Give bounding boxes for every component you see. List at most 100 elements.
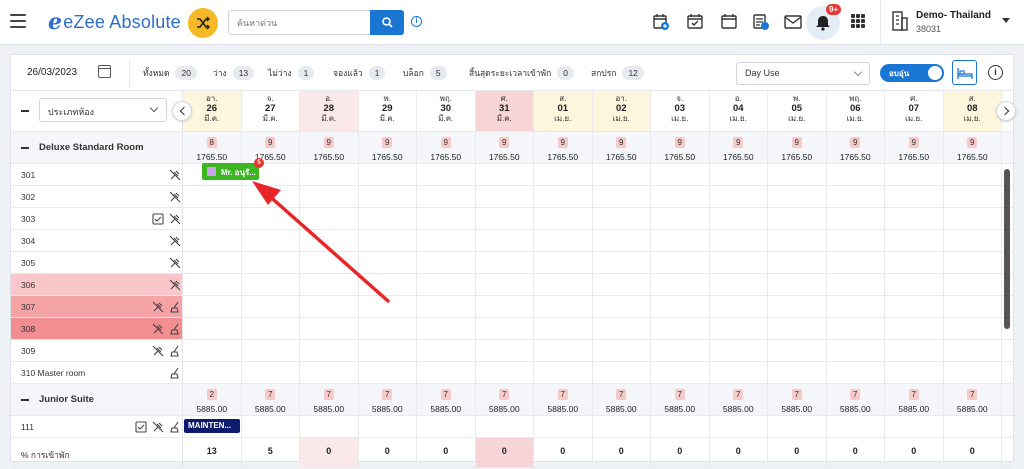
room-left-cell[interactable]: 305: [11, 252, 183, 273]
room-day-cell[interactable]: [417, 416, 476, 437]
room-day-cell[interactable]: [476, 208, 534, 229]
room-day-cell[interactable]: [300, 340, 359, 361]
room-day-cell[interactable]: [944, 208, 1002, 229]
room-day-cell[interactable]: [827, 362, 885, 383]
room-day-cell[interactable]: [476, 274, 534, 295]
room-day-cell[interactable]: [710, 416, 768, 437]
room-day-cell[interactable]: [768, 186, 827, 207]
filter-stat[interactable]: สิ้นสุดระยะเวลาเข้าพัก 0: [469, 66, 575, 80]
menu-icon[interactable]: [10, 14, 26, 28]
next-dates-button[interactable]: [996, 101, 1016, 121]
room-day-cell[interactable]: [885, 318, 944, 339]
room-day-cell[interactable]: [300, 208, 359, 229]
room-day-cell[interactable]: [300, 186, 359, 207]
category-day-cell[interactable]: 9 1765.50: [359, 132, 417, 163]
room-day-cell[interactable]: [242, 230, 300, 251]
room-left-cell[interactable]: 304: [11, 230, 183, 251]
room-day-cell[interactable]: [300, 296, 359, 317]
room-day-cell[interactable]: [885, 340, 944, 361]
room-day-cell[interactable]: [885, 186, 944, 207]
room-day-cell[interactable]: [417, 362, 476, 383]
room-day-cell[interactable]: [183, 296, 242, 317]
room-day-cell[interactable]: [768, 164, 827, 185]
apps-grid-icon[interactable]: [851, 14, 865, 28]
filter-stat[interactable]: ทั้งหมด 20: [143, 66, 197, 80]
room-day-cell[interactable]: [710, 252, 768, 273]
category-day-cell[interactable]: 7 5885.00: [768, 384, 827, 415]
occupancy-cell[interactable]: 0: [710, 438, 768, 467]
room-day-cell[interactable]: [359, 208, 417, 229]
filter-stat[interactable]: สกปรก 12: [591, 66, 644, 80]
date-header-cell[interactable]: ส. 01 เม.ย.: [534, 91, 593, 131]
occupancy-cell[interactable]: 0: [534, 438, 593, 467]
dirty-status-icon[interactable]: [169, 191, 181, 203]
room-day-cell[interactable]: [768, 362, 827, 383]
room-day-cell[interactable]: [944, 340, 1002, 361]
room-day-cell[interactable]: [242, 186, 300, 207]
room-day-cell[interactable]: [944, 230, 1002, 251]
dirty-status-icon[interactable]: [169, 213, 181, 225]
room-day-cell[interactable]: [827, 230, 885, 251]
view-toggle[interactable]: อบอุ่น: [880, 64, 944, 82]
room-day-cell[interactable]: [768, 230, 827, 251]
room-day-cell[interactable]: [242, 318, 300, 339]
room-day-cell[interactable]: [768, 318, 827, 339]
room-day-cell[interactable]: [359, 340, 417, 361]
occupancy-cell[interactable]: 0: [359, 438, 417, 467]
date-picker-icon[interactable]: [98, 65, 111, 78]
room-day-cell[interactable]: [651, 208, 710, 229]
room-day-cell[interactable]: [651, 186, 710, 207]
room-day-cell[interactable]: [593, 340, 651, 361]
search-input[interactable]: [229, 11, 371, 34]
dirty-status-icon[interactable]: [152, 421, 164, 433]
room-day-cell[interactable]: [417, 164, 476, 185]
calendar-icon[interactable]: [720, 13, 738, 31]
room-day-cell[interactable]: [768, 296, 827, 317]
room-day-cell[interactable]: [885, 164, 944, 185]
room-day-cell[interactable]: [651, 416, 710, 437]
room-day-cell[interactable]: [359, 416, 417, 437]
room-day-cell[interactable]: [944, 362, 1002, 383]
room-day-cell[interactable]: [417, 274, 476, 295]
room-day-cell[interactable]: [242, 252, 300, 273]
prev-dates-button[interactable]: [172, 101, 192, 121]
occupancy-cell[interactable]: 5: [242, 438, 300, 467]
room-day-cell[interactable]: [359, 318, 417, 339]
room-day-cell[interactable]: [300, 164, 359, 185]
housekeeping-broom-icon[interactable]: [169, 421, 181, 433]
room-day-cell[interactable]: [534, 230, 593, 251]
collapse-category-icon[interactable]: [21, 147, 29, 149]
room-day-cell[interactable]: [944, 164, 1002, 185]
category-day-cell[interactable]: 8 1765.50: [183, 132, 242, 163]
category-day-cell[interactable]: 9 1765.50: [593, 132, 651, 163]
room-day-cell[interactable]: [710, 164, 768, 185]
room-day-cell[interactable]: [944, 416, 1002, 437]
report-icon[interactable]: [752, 13, 770, 31]
category-day-cell[interactable]: 9 1765.50: [768, 132, 827, 163]
room-day-cell[interactable]: [593, 252, 651, 273]
room-day-cell[interactable]: [534, 186, 593, 207]
room-day-cell[interactable]: [417, 318, 476, 339]
occupancy-cell[interactable]: 13: [183, 438, 242, 467]
room-day-cell[interactable]: [300, 362, 359, 383]
occupancy-cell[interactable]: 0: [593, 438, 651, 467]
category-day-cell[interactable]: 9 1765.50: [710, 132, 768, 163]
room-day-cell[interactable]: [242, 208, 300, 229]
room-day-cell[interactable]: [768, 208, 827, 229]
search-info-icon[interactable]: i: [411, 16, 422, 27]
room-day-cell[interactable]: [476, 296, 534, 317]
room-day-cell[interactable]: [417, 340, 476, 361]
date-header-cell[interactable]: ส. 08 เม.ย.: [943, 91, 1002, 131]
category-day-cell[interactable]: 7 5885.00: [885, 384, 944, 415]
category-day-cell[interactable]: 7 5885.00: [944, 384, 1002, 415]
room-day-cell[interactable]: [593, 296, 651, 317]
room-day-cell[interactable]: [827, 252, 885, 273]
app-logo[interactable]: e eZee Absolute: [48, 9, 181, 35]
room-day-cell[interactable]: [651, 230, 710, 251]
category-day-cell[interactable]: 2 5885.00: [183, 384, 242, 415]
room-day-cell[interactable]: [417, 296, 476, 317]
date-header-cell[interactable]: อา. 02 เม.ย.: [592, 91, 651, 131]
room-day-cell[interactable]: [593, 208, 651, 229]
room-day-cell[interactable]: [183, 208, 242, 229]
occupancy-cell[interactable]: 0: [885, 438, 944, 467]
